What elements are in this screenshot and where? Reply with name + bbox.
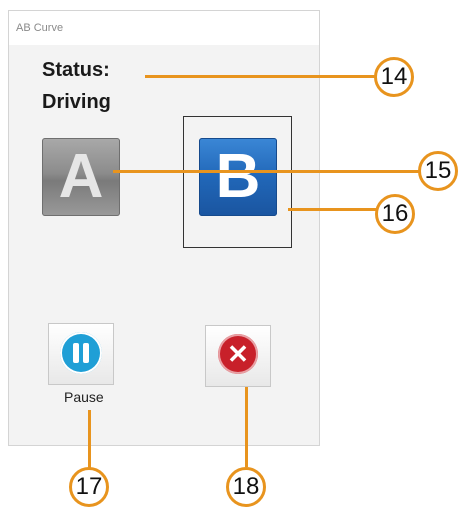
callout-18: 18 bbox=[226, 467, 266, 507]
pause-label: Pause bbox=[64, 389, 104, 405]
callout-17: 17 bbox=[69, 467, 109, 507]
callout-14-line bbox=[145, 75, 375, 78]
callout-16-line bbox=[288, 208, 376, 211]
callout-14: 14 bbox=[374, 57, 414, 97]
callout-18-line bbox=[245, 387, 248, 467]
point-b-label: B bbox=[215, 142, 261, 211]
cancel-button[interactable]: ✕ bbox=[205, 325, 271, 387]
point-b-button[interactable]: B bbox=[199, 138, 277, 216]
point-a-button[interactable]: A bbox=[42, 138, 120, 216]
status-value: Driving bbox=[42, 91, 111, 113]
callout-15-line bbox=[113, 170, 420, 173]
callout-17-line bbox=[88, 410, 91, 468]
cancel-icon: ✕ bbox=[218, 334, 258, 374]
pause-icon-bar-right bbox=[83, 343, 89, 363]
window-title: AB Curve bbox=[16, 22, 64, 34]
point-a-label: A bbox=[58, 142, 104, 211]
callout-16: 16 bbox=[375, 194, 415, 234]
callout-15: 15 bbox=[418, 151, 458, 191]
pause-icon-bar-left bbox=[73, 343, 79, 363]
cancel-icon-glyph: ✕ bbox=[227, 339, 249, 369]
pause-button[interactable] bbox=[48, 323, 114, 385]
title-bar: AB Curve bbox=[9, 11, 319, 45]
pause-icon bbox=[60, 332, 102, 374]
status-label: Status: bbox=[42, 59, 110, 81]
